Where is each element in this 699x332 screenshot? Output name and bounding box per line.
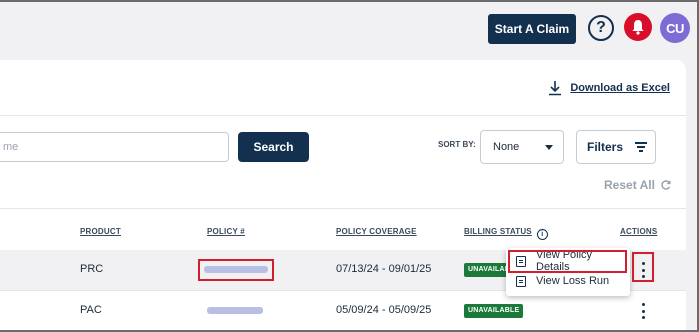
filter-icon — [635, 142, 648, 152]
download-label: Download as Excel — [570, 82, 670, 94]
highlight-actions-kebab — [632, 252, 654, 282]
column-billing-status[interactable]: BILLING STATUS i — [464, 227, 548, 240]
reset-label: Reset All — [604, 178, 655, 192]
download-excel-link[interactable]: Download as Excel — [548, 80, 670, 96]
coverage-cell: 07/13/24 - 09/01/25 — [336, 263, 432, 275]
reset-all-button[interactable]: Reset All — [604, 178, 671, 192]
coverage-cell: 05/09/24 - 05/09/25 — [336, 304, 432, 316]
download-icon — [549, 81, 562, 96]
sort-by-label: SORT BY: — [438, 140, 476, 149]
filters-button[interactable]: Filters — [576, 130, 656, 164]
status-badge: UNAVAILABLE — [464, 304, 524, 318]
filters-label: Filters — [587, 140, 624, 154]
search-button[interactable]: Search — [238, 132, 309, 162]
top-bar: Start A Claim ? CU — [0, 2, 697, 58]
start-claim-button[interactable]: Start A Claim — [488, 14, 576, 44]
policy-number-redacted[interactable] — [207, 307, 263, 314]
billing-status-label: BILLING STATUS — [464, 227, 532, 236]
table-header: PRODUCT POLICY # POLICY COVERAGE BILLING… — [0, 208, 686, 250]
product-cell: PRC — [80, 263, 104, 275]
table-row: PAC 05/09/24 - 05/09/25 UNAVAILABLE — [0, 290, 686, 330]
info-icon[interactable]: i — [536, 229, 548, 240]
highlight-view-policy-details — [508, 250, 627, 273]
bell-icon[interactable] — [624, 13, 652, 41]
chevron-down-icon — [545, 145, 553, 150]
more-actions-icon[interactable] — [640, 303, 646, 319]
menu-item-view-loss-run[interactable]: View Loss Run — [512, 272, 626, 290]
column-coverage[interactable]: POLICY COVERAGE — [336, 227, 417, 236]
sort-value: None — [493, 141, 520, 153]
column-actions: ACTIONS — [620, 227, 658, 236]
menu-item-label: View Loss Run — [536, 275, 610, 287]
column-policy[interactable]: POLICY # — [207, 227, 245, 236]
product-cell: PAC — [80, 304, 102, 316]
sort-select[interactable]: None — [480, 130, 564, 164]
highlight-policy-number — [198, 259, 274, 281]
file-icon — [516, 275, 526, 287]
bell-glyph — [632, 20, 644, 35]
search-input[interactable]: me — [0, 132, 229, 162]
column-product[interactable]: PRODUCT — [80, 227, 121, 236]
avatar[interactable]: CU — [660, 13, 690, 43]
help-icon[interactable]: ? — [588, 15, 614, 41]
download-row: Download as Excel — [0, 60, 686, 116]
refresh-icon — [661, 180, 671, 190]
